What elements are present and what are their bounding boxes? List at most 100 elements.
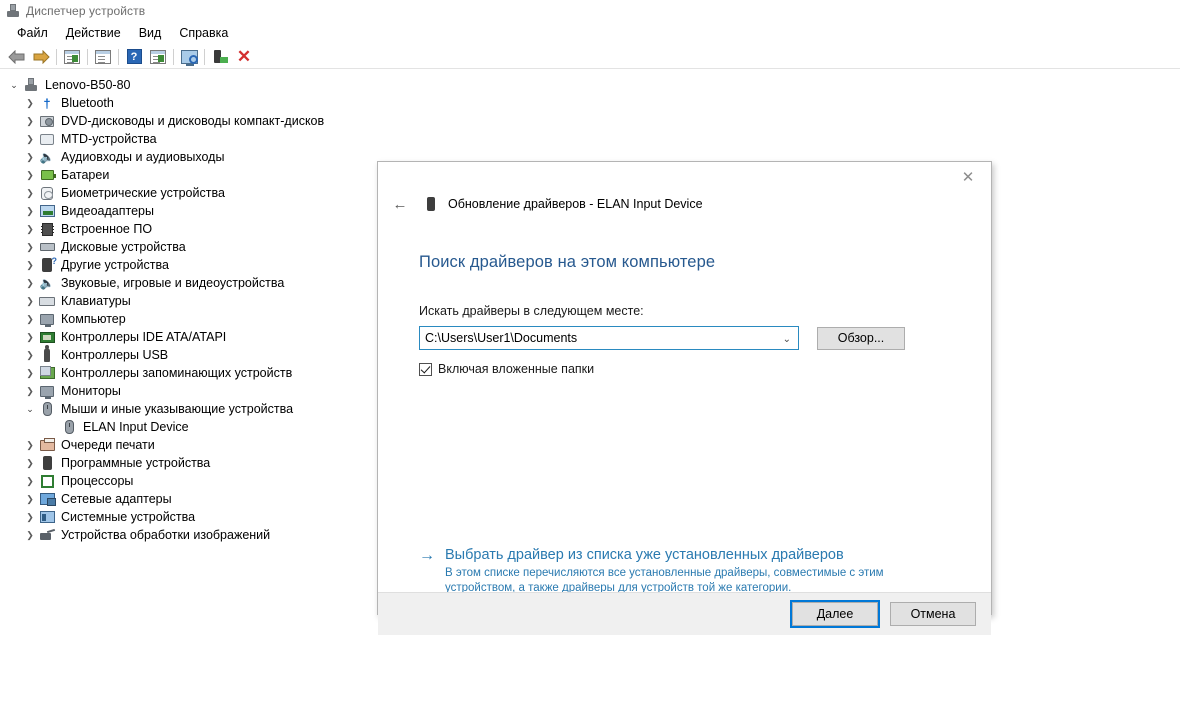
- chevron-right-icon[interactable]: ❯: [22, 436, 38, 454]
- include-subfolders-row[interactable]: Включая вложенные папки: [419, 362, 991, 376]
- display-adapter-icon: [38, 203, 56, 219]
- audio-icon: 🔈: [39, 150, 55, 164]
- usb-controller-icon: [38, 345, 56, 363]
- tree-item-label: Другие устройства: [61, 258, 169, 272]
- properties-icon[interactable]: [91, 46, 115, 68]
- chevron-down-icon[interactable]: ⌄: [22, 400, 38, 418]
- uninstall-glyph: ✕: [236, 47, 252, 66]
- next-button[interactable]: Далее: [790, 600, 880, 628]
- tree-item-label: Сетевые адаптеры: [61, 492, 172, 506]
- tree-item-label: Очереди печати: [61, 438, 155, 452]
- biometric-icon: [38, 185, 56, 201]
- tree-item-label: MTD-устройства: [61, 132, 157, 146]
- chevron-down-icon[interactable]: ⌄: [783, 327, 791, 351]
- chevron-right-icon[interactable]: ❯: [22, 94, 38, 112]
- firmware-icon: [38, 221, 56, 237]
- menu-view[interactable]: Вид: [130, 24, 171, 42]
- chevron-right-icon[interactable]: ❯: [22, 292, 38, 310]
- help-icon[interactable]: ?: [122, 46, 146, 68]
- enable-device-icon[interactable]: [208, 46, 232, 68]
- chevron-right-icon[interactable]: ❯: [22, 220, 38, 238]
- tree-item-mtd-devices[interactable]: ❯ MTD-устройства: [0, 130, 1180, 148]
- menu-action[interactable]: Действие: [57, 24, 130, 42]
- disk-drive-icon: [38, 239, 56, 255]
- device-icon: [423, 195, 439, 213]
- chevron-right-icon[interactable]: ❯: [22, 346, 38, 364]
- tree-item-label: ELAN Input Device: [83, 420, 189, 434]
- browse-button[interactable]: Обзор...: [817, 326, 905, 350]
- chevron-right-icon[interactable]: ❯: [22, 382, 38, 400]
- chevron-right-icon[interactable]: ❯: [22, 112, 38, 130]
- menubar: Файл Действие Вид Справка: [0, 22, 1180, 44]
- chevron-right-icon[interactable]: ❯: [22, 328, 38, 346]
- chevron-right-icon[interactable]: ❯: [22, 184, 38, 202]
- chevron-right-icon[interactable]: ❯: [22, 166, 38, 184]
- tree-item-label: Программные устройства: [61, 456, 211, 470]
- chevron-right-icon[interactable]: ❯: [22, 256, 38, 274]
- keyboard-icon: [38, 293, 56, 309]
- chevron-right-icon[interactable]: ❯: [22, 310, 38, 328]
- tree-item-label: Мыши и иные указывающие устройства: [61, 402, 294, 416]
- dialog-body: Поиск драйверов на этом компьютере Искат…: [378, 253, 991, 635]
- back-icon[interactable]: ←: [389, 193, 411, 215]
- tree-item-label: Клавиатуры: [61, 294, 131, 308]
- tree-item-label: Системные устройства: [61, 510, 196, 524]
- tree-item-dvd-drives[interactable]: ❯ DVD-дисководы и дисководы компакт-диск…: [0, 112, 1180, 130]
- tree-item-label: Видеоадаптеры: [61, 204, 154, 218]
- cancel-button[interactable]: Отмена: [890, 602, 976, 626]
- close-icon[interactable]: ✕: [945, 162, 991, 191]
- toolbar-separator: [204, 48, 205, 65]
- network-adapter-icon: [38, 491, 56, 507]
- pick-from-list-link-block[interactable]: → Выбрать драйвер из списка уже установл…: [419, 547, 905, 596]
- path-label: Искать драйверы в следующем месте:: [419, 304, 644, 318]
- pick-driver-from-list-link[interactable]: Выбрать драйвер из списка уже установлен…: [445, 547, 905, 563]
- dialog-header: ← Обновление драйверов - ELAN Input Devi…: [378, 191, 991, 217]
- back-arrow-icon[interactable]: [5, 46, 29, 68]
- scan-hardware-changes-icon[interactable]: [177, 46, 201, 68]
- chevron-right-icon[interactable]: ❯: [22, 202, 38, 220]
- dialog-header-title: Обновление драйверов - ELAN Input Device: [448, 197, 703, 211]
- system-device-icon: [38, 509, 56, 525]
- chevron-right-icon[interactable]: ❯: [22, 130, 38, 148]
- imaging-device-icon: [38, 527, 56, 543]
- toolbar-separator: [56, 48, 57, 65]
- disc-drive-icon: [38, 113, 56, 129]
- tree-item-label: Устройства обработки изображений: [61, 528, 271, 542]
- chevron-right-icon[interactable]: ❯: [22, 472, 38, 490]
- tree-item-label: Мониторы: [61, 384, 121, 398]
- chevron-right-icon[interactable]: ❯: [22, 274, 38, 292]
- chevron-right-icon[interactable]: ❯: [22, 148, 38, 166]
- update-driver-icon[interactable]: [146, 46, 170, 68]
- chevron-right-icon[interactable]: ❯: [22, 526, 38, 544]
- chevron-down-icon[interactable]: ⌄: [6, 76, 22, 94]
- show-hidden-devices-icon[interactable]: [60, 46, 84, 68]
- tree-item-label: Дисковые устройства: [61, 240, 186, 254]
- window-title: Диспетчер устройств: [26, 3, 146, 18]
- tree-item-bluetooth[interactable]: ❯ † Bluetooth: [0, 94, 1180, 112]
- storage-controller-icon: [38, 365, 56, 381]
- computer-icon: [22, 77, 40, 93]
- chevron-right-icon[interactable]: ❯: [22, 364, 38, 382]
- include-subfolders-label: Включая вложенные папки: [438, 362, 595, 376]
- chevron-right-icon[interactable]: ❯: [22, 238, 38, 256]
- device-manager-icon: [6, 3, 20, 18]
- software-device-icon: [38, 455, 56, 471]
- device-manager-window: Диспетчер устройств Файл Действие Вид Сп…: [0, 0, 1180, 726]
- search-path-value: C:\Users\User1\Documents: [425, 331, 578, 345]
- chevron-right-icon[interactable]: ❯: [22, 508, 38, 526]
- audio-icon: 🔈: [39, 276, 55, 290]
- uninstall-device-icon[interactable]: ✕: [232, 46, 256, 68]
- tree-item-label: Аудиовходы и аудиовыходы: [61, 150, 225, 164]
- search-path-combobox[interactable]: C:\Users\User1\Documents ⌄: [419, 326, 799, 350]
- include-subfolders-checkbox[interactable]: [419, 362, 432, 376]
- chevron-right-icon[interactable]: ❯: [22, 454, 38, 472]
- menu-help[interactable]: Справка: [170, 24, 237, 42]
- window-titlebar: Диспетчер устройств: [0, 0, 1180, 21]
- chevron-right-icon[interactable]: ❯: [22, 490, 38, 508]
- toolbar-separator: [173, 48, 174, 65]
- tree-root-lenovo[interactable]: ⌄ Lenovo-B50-80: [0, 76, 1180, 94]
- menu-file[interactable]: Файл: [8, 24, 57, 42]
- forward-arrow-icon[interactable]: [29, 46, 53, 68]
- tree-item-label: Контроллеры запоминающих устройств: [61, 366, 293, 380]
- tree-item-label: Процессоры: [61, 474, 134, 488]
